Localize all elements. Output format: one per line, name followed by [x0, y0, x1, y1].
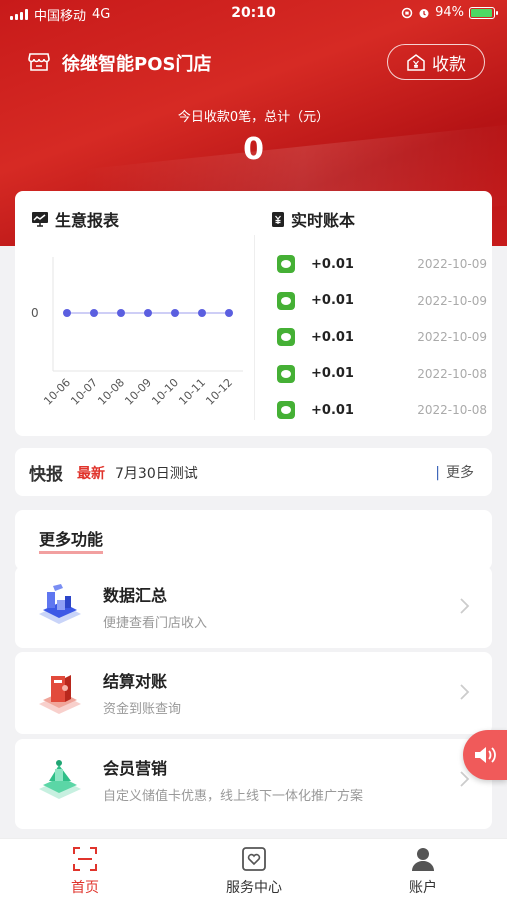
more-features-title: 更多功能 — [39, 526, 104, 554]
business-report-header[interactable]: 生意报表 — [31, 207, 119, 231]
x-tick-label: 10-10 — [149, 376, 181, 408]
chevron-right-icon — [460, 684, 470, 700]
realtime-ledger-header[interactable]: 实时账本 — [271, 207, 355, 231]
wechat-pay-icon — [277, 255, 295, 273]
report-chart-icon — [32, 212, 48, 227]
ledger-amount: +0.01 — [311, 256, 354, 272]
member-marketing-icon — [39, 760, 81, 799]
tab-account[interactable]: 账户 — [363, 845, 483, 897]
chart-point[interactable] — [225, 309, 233, 317]
ledger-date: 2022-10-09 — [417, 330, 487, 344]
chart-point[interactable] — [63, 309, 71, 317]
battery-percent: 94% — [435, 5, 464, 20]
voice-broadcast-button[interactable] — [463, 730, 507, 780]
news-label: 快报 — [29, 465, 63, 485]
chart-point[interactable] — [171, 309, 179, 317]
news-more-link[interactable]: | 更多 — [435, 462, 474, 482]
feature-title: 数据汇总 — [103, 586, 168, 605]
home-yen-icon — [407, 54, 425, 71]
ledger-date: 2022-10-08 — [417, 366, 487, 381]
report-title: 生意报表 — [55, 211, 120, 230]
chart-point[interactable] — [198, 309, 206, 317]
collect-label: 收款 — [432, 54, 466, 75]
x-tick-label: 10-12 — [203, 376, 235, 408]
tab-label: 服务中心 — [226, 880, 282, 896]
x-tick-label: 10-09 — [122, 376, 154, 408]
y-tick-label: 0 — [31, 306, 39, 320]
x-tick-label: 10-08 — [95, 376, 127, 408]
report-chart: 0 10-0610-0710-0810-0910-1010-1110-12 — [31, 257, 243, 408]
data-summary-icon — [39, 584, 81, 624]
alarm-icon — [419, 8, 429, 18]
ledger-amount: +0.01 — [311, 329, 354, 345]
store-icon — [28, 53, 50, 71]
store-name: 徐继智能POS门店 — [62, 54, 212, 75]
person-icon — [412, 848, 434, 871]
more-features-header: 更多功能 — [15, 510, 492, 570]
ledger-date: 2022-10-09 — [417, 293, 487, 308]
news-new-badge: 最新 — [77, 466, 105, 482]
ledger-row[interactable]: +0.01 2022-10-09 — [277, 326, 487, 348]
chevron-right-icon — [460, 598, 470, 614]
news-text: 7月30日测试 — [115, 466, 198, 482]
wechat-pay-icon — [277, 291, 295, 310]
service-center-icon — [242, 847, 266, 871]
ledger-amount: +0.01 — [311, 293, 354, 308]
battery-icon — [469, 6, 498, 19]
feature-settlement[interactable]: 结算对账 资金到账查询 — [15, 652, 492, 734]
top-bar: 徐继智能POS门店 收款 — [0, 42, 507, 82]
tab-label: 账户 — [409, 880, 437, 896]
ledger-icon — [272, 211, 284, 227]
report-card: 生意报表 0 10-06 10-07 10-08 10-09 10-10 10-11 10-1… — [15, 191, 492, 436]
ledger-row[interactable]: +0.01 2022-10-09 — [277, 253, 487, 275]
ledger-amount: +0.01 — [311, 366, 354, 381]
ledger-row[interactable]: +0.01 2022-10-09 — [277, 290, 487, 312]
ledger-date: 2022-10-08 — [417, 403, 487, 417]
settlement-icon — [39, 675, 81, 714]
feature-subtitle: 自定义储值卡优惠，线上线下一体化推广方案 — [103, 789, 364, 804]
speaker-icon — [475, 747, 496, 763]
tab-service-center[interactable]: 服务中心 — [194, 845, 314, 897]
ledger-row[interactable]: +0.01 2022-10-08 — [277, 363, 487, 385]
feature-member-marketing[interactable]: 会员营销 自定义储值卡优惠，线上线下一体化推广方案 — [15, 739, 492, 829]
bottom-tab-bar: 首页 服务中心 账户 — [0, 838, 507, 900]
tab-home[interactable]: 首页 — [25, 845, 145, 897]
tab-label: 首页 — [71, 880, 99, 896]
more-divider: | — [435, 465, 440, 481]
wechat-pay-icon — [277, 328, 295, 346]
chart-point[interactable] — [144, 309, 152, 317]
ledger-amount: +0.01 — [311, 402, 354, 418]
ledger-title: 实时账本 — [291, 211, 356, 230]
collect-payment-button[interactable]: 收款 — [387, 44, 485, 80]
total-amount: 0 — [243, 132, 264, 167]
x-tick-label: 10-11 — [176, 376, 208, 408]
wechat-pay-icon — [277, 364, 295, 383]
chart-point[interactable] — [90, 309, 98, 317]
chart-point[interactable] — [117, 309, 125, 317]
feature-subtitle: 资金到账查询 — [103, 702, 182, 717]
x-tick-label: 10-06 — [41, 376, 73, 408]
status-bar: 中国移动 4G 20:10 94% — [0, 0, 507, 28]
feature-data-summary[interactable]: 数据汇总 便捷查看门店收入 — [15, 566, 492, 648]
ledger-date: 2022-10-09 — [417, 257, 487, 271]
feature-title: 结算对账 — [103, 672, 168, 691]
feature-subtitle: 便捷查看门店收入 — [103, 616, 208, 631]
orientation-lock-icon — [401, 7, 413, 18]
today-summary: 今日收款0笔，总计（元） — [177, 110, 330, 125]
x-tick-label: 10-07 — [68, 376, 100, 408]
news-bar[interactable]: 快报 最新 7月30日测试 | 更多 — [15, 448, 492, 496]
card-divider — [254, 235, 255, 420]
wechat-pay-icon — [277, 401, 295, 419]
ledger-row[interactable]: +0.01 2022-10-08 — [277, 399, 487, 421]
feature-title: 会员营销 — [103, 759, 168, 778]
news-more-label: 更多 — [446, 465, 474, 481]
scan-home-icon — [73, 847, 97, 871]
